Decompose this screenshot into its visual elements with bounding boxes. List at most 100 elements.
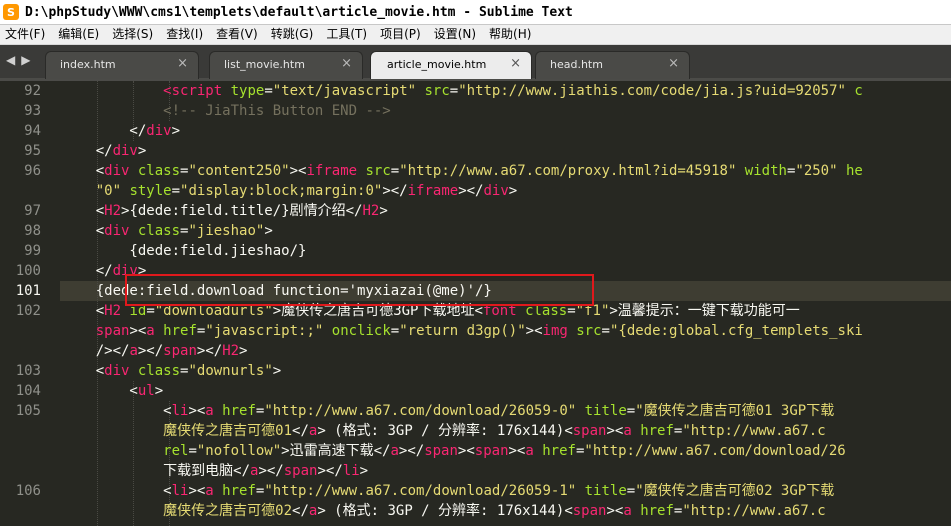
menu-find[interactable]: 查找(I) [161,25,211,44]
code-line: <script type="text/javascript" src="http… [62,81,951,101]
close-icon[interactable]: × [510,56,521,71]
code-token: >< [525,323,543,339]
code-token: </ [62,123,147,139]
code-token: </ [62,263,113,279]
code-token: li [342,463,360,479]
code-token: = [601,323,610,339]
code-token: type [222,83,265,99]
code-token: a [525,443,534,459]
code-token: >迅雷高速下载</ [281,443,391,459]
line-number: 105 [15,403,41,419]
code-token: {dede:field.jieshao/} [62,243,307,259]
code-token: iframe [407,183,459,199]
code-token: img [542,323,568,339]
code-token: ></ [196,343,223,359]
code-token: ul [137,383,155,399]
code-token: "http://www.a67.com/download/26 [584,443,846,459]
menu-tools[interactable]: 工具(T) [321,25,375,44]
code-token: title [576,483,627,499]
code-token: src [567,323,602,339]
code-token: "text/javascript" [272,83,417,99]
code-token: = [390,323,400,339]
code-token: ></ [137,343,164,359]
close-icon[interactable]: × [341,56,352,71]
code-token: "魔侠传之唐吉可德01 3GP下载 [635,403,835,419]
code-token: >< [508,443,526,459]
code-token: div [104,363,130,379]
code-token: style [121,183,172,199]
tab-list-movie[interactable]: list_movie.htm × [209,51,363,79]
code-token: ></ [382,183,408,199]
code-token: = [626,403,636,419]
code-token: class [129,223,181,239]
tab-label: head.htm [550,58,603,71]
tab-index[interactable]: index.htm × [45,51,199,79]
code-token: c [845,83,863,99]
tab-head[interactable]: head.htm × [535,51,690,79]
line-number: 93 [24,103,41,119]
code-token: > [239,343,248,359]
menu-selection[interactable]: 选择(S) [107,25,161,44]
code-token: width [736,163,787,179]
close-icon[interactable]: × [177,56,188,71]
code-token: > [508,183,518,199]
code-token: title [576,403,627,419]
code-line: <div class="jieshao"> [62,221,951,241]
right-arrow-icon[interactable]: ▶ [21,53,30,67]
code-token: class [129,363,181,379]
code-token: = [626,483,636,499]
code-token: H2 [222,343,240,359]
menu-view[interactable]: 查看(V) [211,25,266,44]
menu-edit[interactable]: 编辑(E) [53,25,107,44]
code-token: a [390,443,399,459]
code-token: "http://www.jiathis.com/code/jia.js?uid=… [458,83,846,99]
code-token: he [837,163,863,179]
menu-goto[interactable]: 转跳(G) [266,25,322,44]
code-token: div [483,183,509,199]
code-token: > [154,383,164,399]
code-token: < [62,383,138,399]
code-token: < [62,403,172,419]
code-token: >< [457,443,475,459]
code-token: "return d3gp()" [399,323,526,339]
tab-article-movie[interactable]: article_movie.htm × [370,51,532,79]
code-token: >< [188,483,206,499]
line-number: 95 [24,143,41,159]
code-token: H2 [104,203,122,219]
code-token: >温馨提示：一键下载功能可一 [609,303,800,319]
code-token: href [631,423,674,439]
code-token: href [154,323,197,339]
line-number: 100 [15,263,41,279]
code-token: href [533,443,576,459]
code-token: ></ [258,463,284,479]
code-line: 魔侠传之唐吉可德01</ a > (格式: 3GP / 分辨率: 176x144)<… [62,421,951,441]
line-number: 104 [15,383,41,399]
code-token: a [205,403,214,419]
code-token: >< [188,403,206,419]
code-token: li [171,483,189,499]
code-line: <!-- JiaThis Button END --> [62,101,951,121]
code-line: "0" style="display:block;margin:0"></ifr… [62,181,951,201]
code-token: a [623,503,632,519]
code-token: href [213,483,256,499]
menu-help[interactable]: 帮助(H) [484,25,539,44]
code-token: < [62,363,105,379]
code-editor[interactable]: 92 93 94 95 96 97 98 99 100 101 102 103 104 105 106 <s… [0,81,951,526]
menu-project[interactable]: 项目(P) [375,25,429,44]
menu-file[interactable]: 文件(F) [0,25,53,44]
code-token: "250" [795,163,838,179]
menu-preferences[interactable]: 设置(N) [429,25,484,44]
line-number: 97 [24,203,41,219]
left-arrow-icon[interactable]: ◀ [6,53,15,67]
line-number: 92 [24,83,41,99]
code-token: rel [62,443,189,459]
code-token: < [62,483,172,499]
close-icon[interactable]: × [668,56,679,71]
line-number: 98 [24,223,41,239]
code-line: </div> [62,141,951,161]
code-token: "nofollow" [196,443,282,459]
line-number: 94 [24,123,41,139]
line-number-gutter: 92 93 94 95 96 97 98 99 100 101 102 103 104 105 106 [0,81,60,526]
